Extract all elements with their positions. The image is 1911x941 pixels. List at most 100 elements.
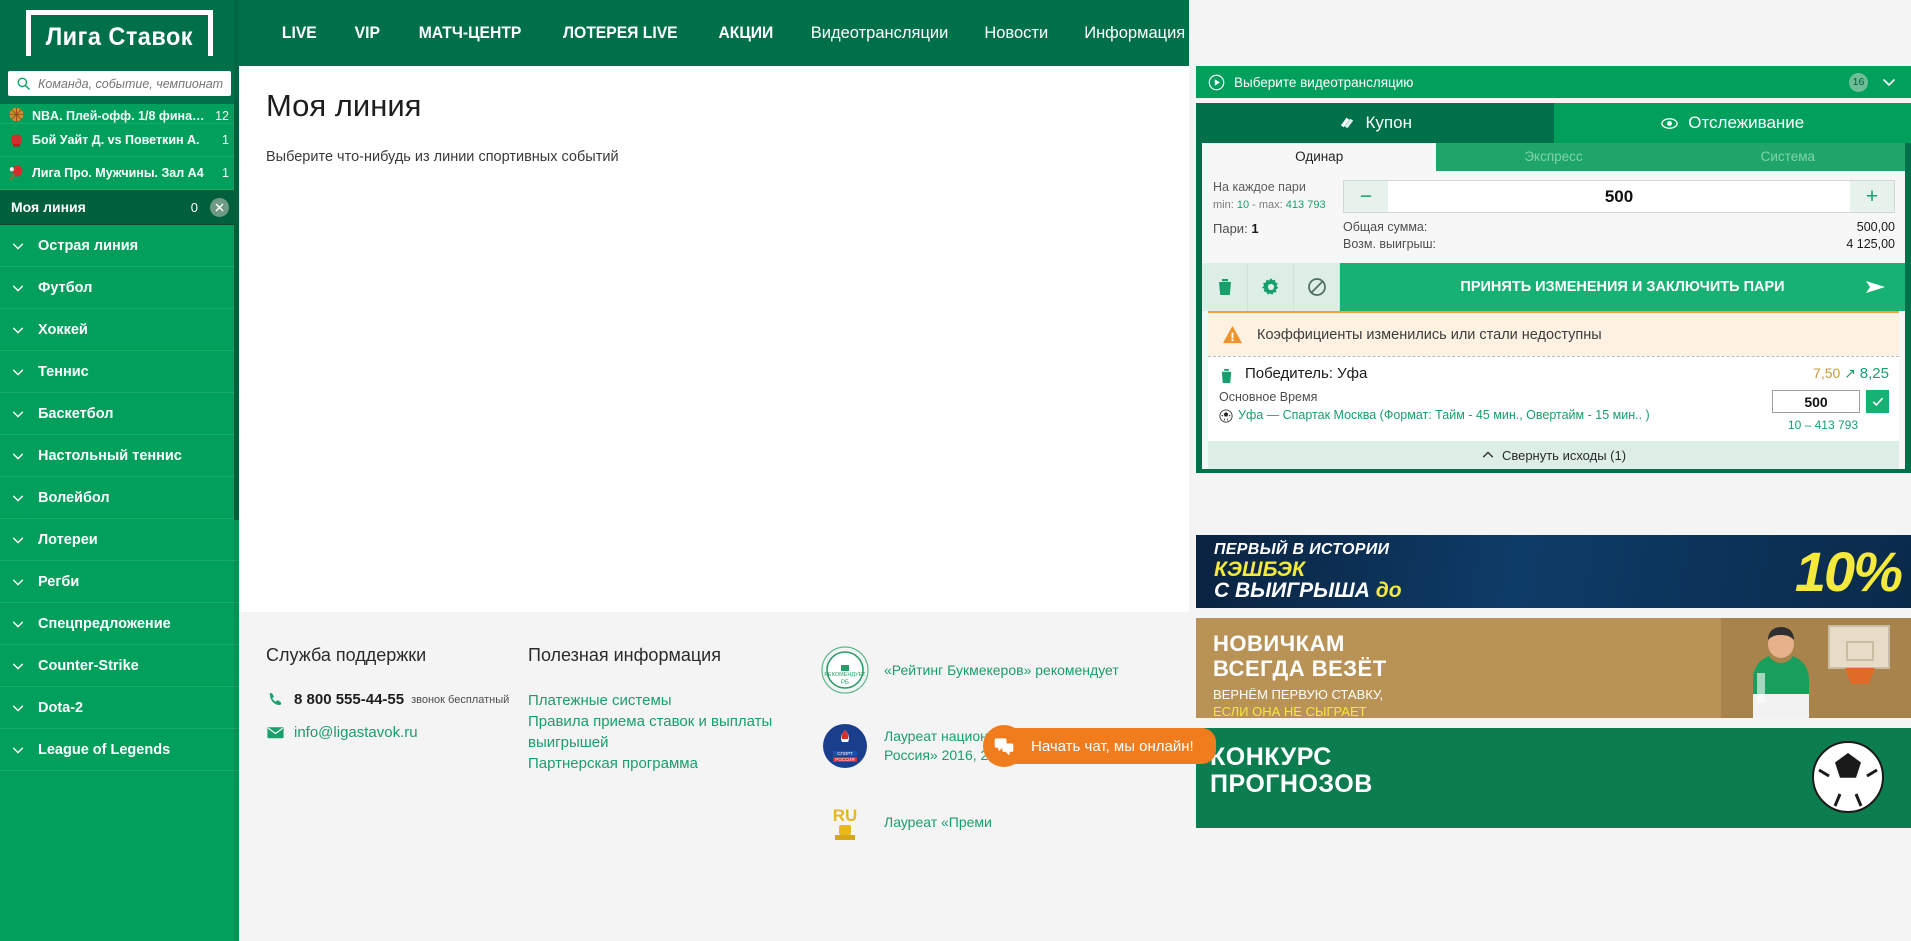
bet-type-system[interactable]: Система: [1670, 143, 1905, 171]
bet-type-single[interactable]: Одинар: [1202, 143, 1437, 171]
sidebar-item-sport[interactable]: Хоккей: [0, 309, 239, 351]
tab-tracking-label: Отслеживание: [1688, 113, 1805, 132]
chevron-down-icon[interactable]: [1881, 74, 1897, 90]
footer-email[interactable]: info@ligastavok.ru: [294, 724, 418, 741]
sidebar-item-sport[interactable]: Лотереи: [0, 519, 239, 561]
coupon-body: Одинар Экспресс Система На каждое пари m…: [1202, 143, 1905, 469]
bet-type-express[interactable]: Экспресс: [1436, 143, 1671, 171]
nav-item-info[interactable]: Информация: [1066, 24, 1203, 43]
banner-cashback[interactable]: ПЕРВЫЙ В ИСТОРИИ КЭШБЭК С ВЫИГРЫША до 10…: [1196, 535, 1911, 608]
bets-label: Пари:: [1213, 221, 1248, 236]
video-bar-label: Выберите видеотрансляцию: [1234, 74, 1414, 90]
footer-link-rules[interactable]: Правила приема ставок и выплаты выигрыше…: [528, 711, 802, 753]
footer-link-payments[interactable]: Платежные системы: [528, 690, 802, 711]
list-item[interactable]: NBA. Плей-офф. 1/8 финала. Орл… 12: [0, 104, 239, 124]
phone-icon: [269, 692, 282, 705]
sidebar-item-sport[interactable]: Волейбол: [0, 477, 239, 519]
stake-increment-button[interactable]: +: [1850, 181, 1894, 212]
list-item[interactable]: Лига Про. Мужчины. Зал А4 1: [0, 157, 239, 190]
coupon-tabs: Купон Отслеживание: [1196, 103, 1911, 143]
chevron-down-icon: [12, 285, 24, 292]
banner-newcomers[interactable]: НОВИЧКАМ ВСЕГДА ВЕЗЁТ ВЕРНЁМ ПЕРВУЮ СТАВ…: [1196, 618, 1911, 718]
bet-amount-input[interactable]: [1772, 390, 1860, 413]
chevron-down-icon: [12, 369, 24, 376]
block-changes-button[interactable]: [1294, 263, 1340, 311]
chat-bubble-icon[interactable]: [983, 725, 1025, 767]
bet-match[interactable]: Уфа — Спартак Москва (Формат: Тайм - 45 …: [1238, 407, 1650, 424]
banner1-line1-yellow: ПЕРВЫЙ: [1214, 541, 1288, 558]
no-entry-icon: [1307, 278, 1326, 296]
chevron-down-icon: [12, 411, 24, 418]
stake-info: На каждое пари min: 10 - max: 413 793 Па…: [1213, 180, 1343, 253]
footer-phone[interactable]: 8 800 555-44-55: [294, 691, 404, 708]
check-icon: [1872, 397, 1883, 406]
sidebar-item-sport[interactable]: League of Legends: [0, 729, 239, 771]
confirm-bet-button[interactable]: [1866, 390, 1889, 413]
min-label: min:: [1213, 199, 1234, 211]
basketball-player-image: [1721, 618, 1911, 718]
my-line-label: Моя линия: [11, 199, 86, 215]
tab-tracking[interactable]: Отслеживание: [1553, 103, 1911, 143]
sidebar-item-sport[interactable]: Регби: [0, 561, 239, 603]
nav-item-match-center[interactable]: МАТЧ-ЦЕНТР: [402, 24, 539, 43]
svg-text:РБ: РБ: [841, 680, 849, 686]
footer-link-affiliate[interactable]: Партнерская программа: [528, 753, 802, 774]
nav-item-promotions[interactable]: АКЦИИ: [701, 24, 790, 43]
stake-decrement-button[interactable]: −: [1344, 181, 1388, 212]
nav-items: LIVE VIP МАТЧ-ЦЕНТР ЛОТЕРЕЯ LIVE АКЦИИ В…: [263, 21, 1241, 45]
sidebar-item-sport[interactable]: Спецпредложение: [0, 603, 239, 645]
footer-info-column: Полезная информация Платежные системы Пр…: [528, 645, 820, 941]
clear-my-line-button[interactable]: [210, 197, 229, 217]
stake-input[interactable]: [1388, 181, 1850, 212]
odd-change-arrow-icon: ↗: [1844, 365, 1856, 381]
old-odd: 7,50: [1813, 365, 1841, 381]
warning-icon: [1222, 325, 1243, 344]
stake-min-max: min: 10 - max: 413 793: [1213, 199, 1343, 211]
event-count: 1: [222, 166, 229, 180]
logo[interactable]: Лига Ставок: [0, 0, 239, 66]
sport-label: Настольный теннис: [38, 447, 182, 464]
top-events-list: NBA. Плей-офф. 1/8 финала. Орл… 12 Бой У…: [0, 104, 239, 190]
sidebar-item-my-line[interactable]: Моя линия 0: [0, 190, 239, 225]
list-item[interactable]: Бой Уайт Д. vs Поветкин А. 1: [0, 124, 239, 157]
nav-item-live[interactable]: LIVE: [265, 24, 334, 43]
coupon-bet-types: Одинар Экспресс Система: [1202, 143, 1905, 171]
submit-bet-button[interactable]: ПРИНЯТЬ ИЗМЕНЕНИЯ И ЗАКЛЮЧИТЬ ПАРИ: [1340, 263, 1905, 311]
sidebar-item-sport[interactable]: Острая линия: [0, 225, 239, 267]
search-input[interactable]: [38, 76, 223, 91]
banner1-percent: 10%: [1794, 540, 1903, 603]
nav-item-lottery-live[interactable]: ЛОТЕРЕЯ LIVE: [546, 24, 695, 43]
sport-label: Регби: [38, 573, 80, 590]
sidebar-item-sport[interactable]: Counter-Strike: [0, 645, 239, 687]
sidebar-item-sport[interactable]: Футбол: [0, 267, 239, 309]
nav-item-broadcasts[interactable]: Видеотрансляции: [793, 24, 967, 43]
sidebar-item-sport[interactable]: Баскетбол: [0, 393, 239, 435]
coupon-settings-button[interactable]: [1248, 263, 1294, 311]
remove-bet-icon[interactable]: [1219, 367, 1234, 384]
bets-count-row: Пари: 1: [1213, 221, 1343, 236]
search-box[interactable]: [8, 71, 231, 96]
sidebar-item-sport[interactable]: Теннис: [0, 351, 239, 393]
banner-contest[interactable]: КОНКУРС ПРОГНОЗОВ: [1196, 728, 1911, 828]
event-name: Бой Уайт Д. vs Поветкин А.: [32, 133, 200, 147]
stake-controls: − + Общая сумма: 500,00 Возм. выигрыш:: [1343, 180, 1895, 253]
sidebar-item-sport[interactable]: Dota-2: [0, 687, 239, 729]
chat-label[interactable]: Начать чат, мы онлайн!: [1001, 728, 1216, 764]
clear-coupon-button[interactable]: [1202, 263, 1248, 311]
footer-support-title: Служба поддержки: [266, 645, 427, 665]
sport-label: Хоккей: [38, 321, 88, 338]
chat-widget[interactable]: Начать чат, мы онлайн!: [983, 725, 1216, 767]
max-label: max:: [1258, 199, 1283, 211]
banner1-line1-white: В ИСТОРИИ: [1287, 541, 1390, 558]
ru-award-icon: RU: [833, 806, 857, 840]
sport-label: Острая линия: [38, 237, 139, 254]
tab-coupon[interactable]: Купон: [1196, 103, 1554, 143]
video-broadcast-bar[interactable]: Выберите видеотрансляцию 16: [1196, 66, 1911, 98]
min-value: 10: [1236, 199, 1250, 211]
nav-item-vip[interactable]: VIP: [337, 24, 396, 43]
collapse-outcomes-button[interactable]: Свернуть исходы (1): [1208, 441, 1899, 469]
sidebar-item-sport[interactable]: Настольный теннис: [0, 435, 239, 477]
banner3-line1: КОНКУРС: [1210, 743, 1332, 771]
nav-item-news[interactable]: Новости: [966, 24, 1066, 43]
chevron-down-icon: [12, 663, 24, 670]
